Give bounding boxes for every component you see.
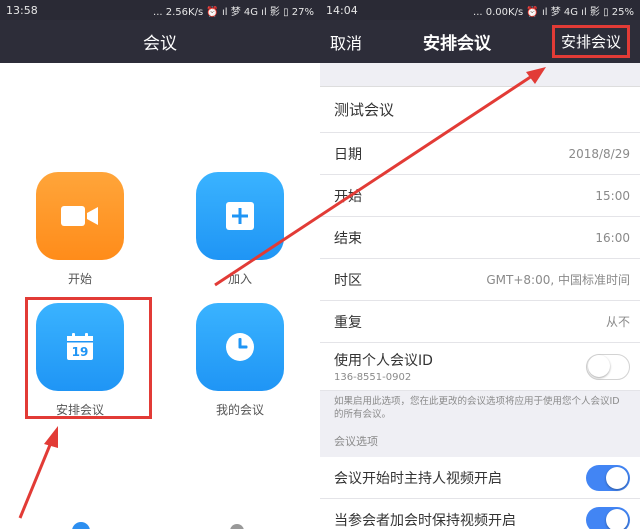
end-time-row[interactable]: 结束 16:00 — [320, 217, 640, 259]
host-video-toggle[interactable] — [586, 464, 630, 491]
tab-bar-icon[interactable] — [72, 522, 90, 529]
start-meeting-tile[interactable]: 开始 — [34, 172, 126, 287]
status-bar: 13:58 ... 2.56K/s ⏰ ıl 梦 4G ıl 影 ▯ 27% — [0, 0, 320, 20]
row-value: 2018/8/29 — [568, 146, 630, 161]
row-value: 15:00 — [595, 188, 630, 203]
host-video-row: 会议开始时主持人视频开启 — [320, 457, 640, 499]
start-meeting-button[interactable] — [36, 172, 124, 260]
status-bar: 14:04 ... 0.00K/s ⏰ ıl 梦 4G ıl 影 ▯ 25% — [320, 0, 640, 20]
page-title: 会议 — [143, 34, 177, 54]
row-label: 日期 — [334, 146, 362, 163]
screenshot-composite: 13:58 ... 2.56K/s ⏰ ıl 梦 4G ıl 影 ▯ 27% 会… — [0, 0, 640, 529]
page-title: 安排会议 — [423, 34, 491, 54]
app-header: 取消 安排会议 安排会议 — [320, 20, 640, 63]
spacer — [320, 63, 640, 87]
status-time: 13:58 — [6, 3, 38, 17]
my-meetings-tile[interactable]: 我的会议 — [194, 303, 286, 418]
schedule-highlight-box — [25, 297, 152, 419]
status-time: 14:04 — [326, 3, 358, 17]
tile-label: 我的会议 — [215, 403, 264, 417]
row-label: 时区 — [334, 272, 362, 289]
participant-video-row: 当参会者加会时保持视频开启 — [320, 499, 640, 529]
row-value: GMT+8:00, 中国标准时间 — [486, 273, 630, 287]
pmi-toggle[interactable] — [586, 353, 630, 380]
repeat-row[interactable]: 重复 从不 — [320, 301, 640, 343]
row-label: 当参会者加会时保持视频开启 — [334, 512, 516, 529]
video-camera-icon — [61, 206, 98, 226]
schedule-save-button[interactable]: 安排会议 — [551, 25, 630, 58]
participant-video-toggle[interactable] — [586, 506, 630, 529]
my-meetings-button[interactable] — [196, 303, 284, 391]
app-header: 会议 — [0, 20, 320, 63]
personal-meeting-id-row: 使用个人会议ID 136-8551-0902 — [320, 343, 640, 391]
join-meeting-tile[interactable]: 加入 — [194, 172, 286, 287]
left-phone-screen: 13:58 ... 2.56K/s ⏰ ıl 梦 4G ıl 影 ▯ 27% 会… — [0, 0, 320, 529]
row-label: 会议开始时主持人视频开启 — [334, 470, 502, 487]
clock-icon — [226, 333, 254, 361]
pmi-note: 如果启用此选项，您在此更改的会议选项将应用于使用您个人会议ID的所有会议。 — [320, 391, 640, 427]
tile-label: 开始 — [67, 272, 92, 286]
join-meeting-button[interactable] — [196, 172, 284, 260]
meeting-topic: 测试会议 — [334, 101, 395, 119]
start-time-row[interactable]: 开始 15:00 — [320, 175, 640, 217]
options-section-header: 会议选项 — [320, 427, 640, 457]
status-indicators: ... 0.00K/s ⏰ ıl 梦 4G ıl 影 ▯ 25% — [473, 6, 634, 18]
personal-meeting-id: 136-8551-0902 — [334, 372, 412, 383]
row-label: 使用个人会议ID — [334, 353, 433, 369]
tile-label: 加入 — [227, 272, 252, 286]
meeting-topic-input[interactable]: 测试会议 — [320, 87, 640, 133]
right-phone-screen: 14:04 ... 0.00K/s ⏰ ıl 梦 4G ıl 影 ▯ 25% 取… — [320, 0, 640, 529]
cancel-button[interactable]: 取消 — [330, 30, 362, 54]
row-label: 重复 — [334, 314, 362, 331]
date-row[interactable]: 日期 2018/8/29 — [320, 133, 640, 175]
row-label: 开始 — [334, 188, 362, 205]
row-label: 结束 — [334, 230, 362, 247]
row-value: 16:00 — [595, 230, 630, 245]
plus-icon — [226, 202, 254, 230]
timezone-row[interactable]: 时区 GMT+8:00, 中国标准时间 — [320, 259, 640, 301]
row-value: 从不 — [605, 315, 630, 329]
status-indicators: ... 2.56K/s ⏰ ıl 梦 4G ıl 影 ▯ 27% — [153, 6, 314, 18]
tab-bar-icon[interactable] — [230, 524, 244, 529]
